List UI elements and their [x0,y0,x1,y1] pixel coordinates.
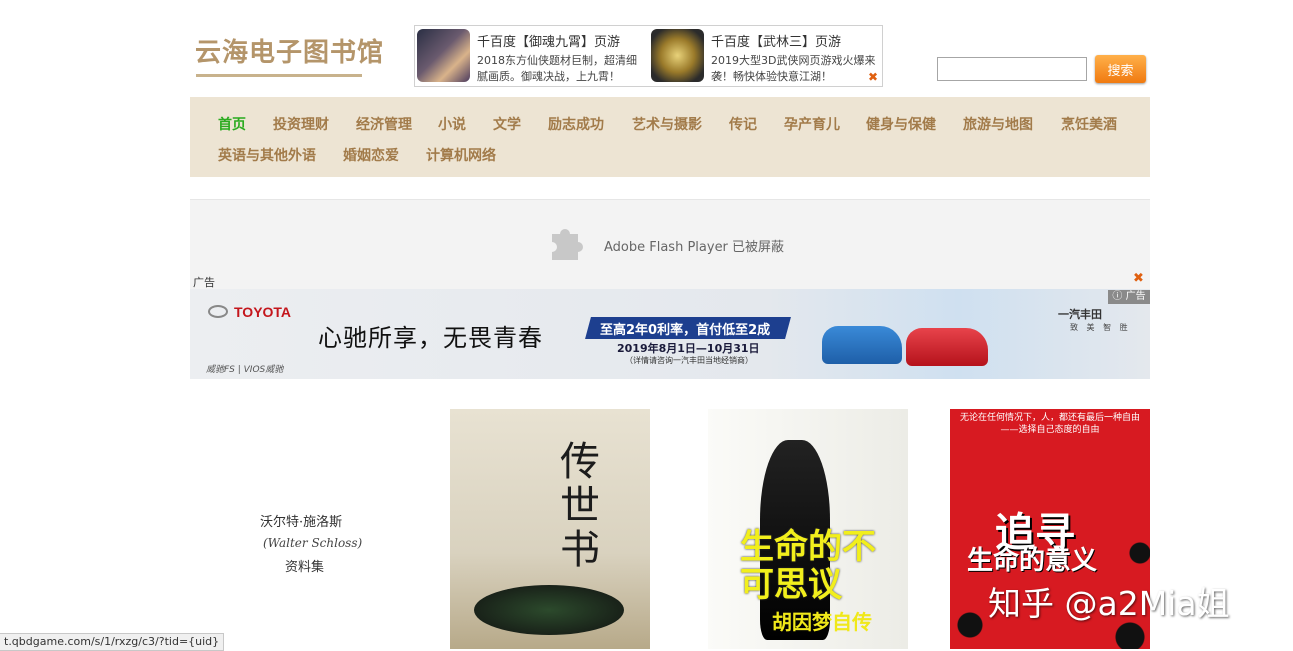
book-title: 传世书 [560,439,600,573]
nav-item-home[interactable]: 首页 [218,114,246,134]
nav-item-art[interactable]: 艺术与摄影 [632,114,702,134]
ad-choice-icon[interactable]: ✖ [868,70,878,84]
top-ad-title[interactable]: 千百度【武林三】页游 [711,31,841,50]
toyota-logo-icon [208,305,228,318]
nav-item-travel[interactable]: 旅游与地图 [963,114,1033,134]
nav-item-success[interactable]: 励志成功 [548,114,604,134]
book-extra: 资料集 [285,560,325,575]
nav-item-cooking[interactable]: 烹饪美酒 [1061,114,1117,134]
ad-tag[interactable]: ⓘ 广告 [1108,290,1150,304]
banner-brand: TOYOTA [234,304,292,320]
banner-slogan: 心驰所享，无畏青春 [318,324,543,352]
banner-date: 2019年8月1日—10月31日 [617,342,760,355]
blue-car-image [822,326,902,364]
category-nav [190,97,1150,177]
game-thumbnail[interactable] [417,29,470,82]
status-bar-url: t.qbdgame.com/s/1/rxzg/c3/?tid={uid} [0,633,225,651]
flash-blocked-message: Adobe Flash Player 已被屏蔽 [604,240,785,255]
top-ad-box[interactable]: 千百度【御魂九霄】页游 2018东方仙侠题材巨制，超清细腻画质。御魂决战，上九霄… [414,25,883,87]
top-ad-2[interactable]: 千百度【武林三】页游 2019大型3D武侠网页游戏火爆来袭！畅快体验快意江湖！ [649,28,882,84]
banner-promo: 至高2年0利率，首付低至2成 [600,323,771,338]
search-input[interactable] [937,57,1087,81]
book-subtitle: 胡因梦自传 [772,610,872,634]
ad-close-icon[interactable]: ✖ [1133,271,1144,286]
search-button[interactable]: 搜索 [1095,55,1146,83]
top-ad-desc[interactable]: 2019大型3D武侠网页游戏火爆来袭！畅快体验快意江湖！ [711,53,879,85]
banner-note: （详情请咨询一汽丰田当地经销商） [625,356,753,365]
nav-item-language[interactable]: 英语与其他外语 [218,145,316,165]
nav-item-marriage[interactable]: 婚姻恋爱 [343,145,399,165]
book-subtitle: 生命的意义 [967,546,1098,576]
book-title: 生命的不可思议 [740,527,876,605]
red-car-image [906,328,988,366]
banner-model: 威驰FS | VIOS威驰 [206,365,284,375]
nav-item-biography[interactable]: 传记 [729,114,757,134]
ink-artwork [474,585,624,635]
nav-item-literature[interactable]: 文学 [493,114,521,134]
zhihu-watermark: 知乎 @a2Mia姐 [988,584,1230,623]
book-subtitle: (Walter Schloss) [263,536,363,550]
nav-item-economics[interactable]: 经济管理 [356,114,412,134]
top-ad-1[interactable]: 千百度【御魂九霄】页游 2018东方仙侠题材巨制，超清细腻画质。御魂决战，上九霄… [415,28,649,84]
banner-dealer: 一汽丰田 [1058,308,1102,321]
nav-item-parenting[interactable]: 孕产育儿 [784,114,840,134]
ad-label: 广告 [193,276,215,289]
book-title: 沃尔特·施洛斯 [260,515,343,530]
book-tagline: 无论在任何情况下，人，都还有最后一种自由——选择自己态度的自由 [959,413,1140,435]
top-ad-desc[interactable]: 2018东方仙侠题材巨制，超清细腻画质。御魂决战，上九霄！ [477,53,645,85]
nav-item-computer[interactable]: 计算机网络 [426,145,496,165]
top-ad-title[interactable]: 千百度【御魂九霄】页游 [477,31,620,50]
nav-item-novel[interactable]: 小说 [438,114,466,134]
site-logo[interactable]: 云海电子图书馆 [195,32,384,69]
logo-underline [196,74,362,77]
banner-dealer-sub: 致 美 智 胜 [1070,323,1131,332]
nav-item-investment[interactable]: 投资理财 [273,114,329,134]
ad-tag-label: 广告 [1125,291,1146,302]
plugin-puzzle-icon [552,229,583,260]
game-thumbnail[interactable] [651,29,704,82]
nav-item-fitness[interactable]: 健身与保健 [866,114,936,134]
